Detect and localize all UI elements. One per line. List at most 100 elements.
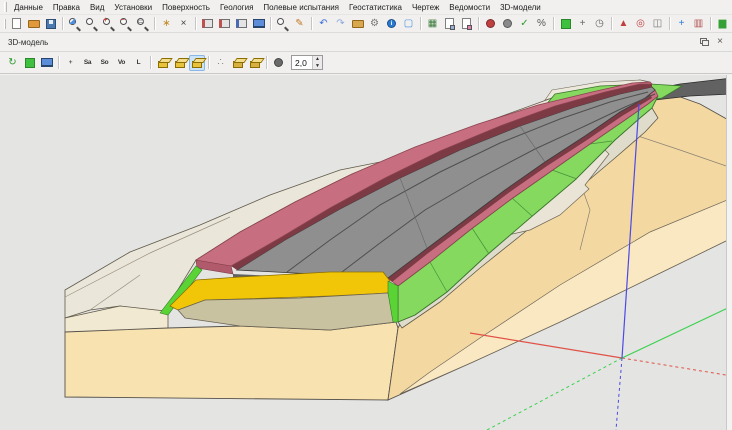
find-object-icon	[284, 26, 289, 31]
zoom-out-icon: −	[121, 17, 125, 24]
history-clock-button[interactable]: ◷	[592, 16, 608, 32]
zoom-dynamic-icon	[86, 18, 93, 25]
menu-item-1[interactable]: Правка	[48, 1, 85, 14]
screen-settings-button[interactable]	[39, 55, 55, 71]
undo-button[interactable]: ↶	[316, 16, 332, 32]
view-profile-button[interactable]	[217, 16, 233, 32]
view-volumes-icon	[236, 19, 247, 28]
menu-drag-handle[interactable]	[4, 2, 7, 12]
menu-item-2[interactable]: Вид	[85, 1, 109, 14]
profile-chart-button[interactable]: ▲	[616, 16, 632, 32]
model-pair-button[interactable]: ◫	[650, 16, 666, 32]
spinner-value: 2,0	[292, 56, 312, 69]
toolbar-separator	[669, 17, 670, 30]
view-volumes-button[interactable]	[234, 16, 250, 32]
save-file-icon	[46, 19, 56, 29]
menu-item-8[interactable]: Чертеж	[407, 1, 444, 14]
3d-scene[interactable]	[0, 75, 732, 430]
select-region-icon: ▢	[404, 19, 413, 29]
update-view-button[interactable]: ∗	[159, 16, 175, 32]
move-model-button[interactable]: +	[575, 16, 591, 32]
toolbar-separator	[270, 17, 271, 30]
layer-green-icon	[561, 19, 571, 29]
smooth-sphere-button[interactable]	[271, 55, 287, 71]
slope-percent-button[interactable]: %	[534, 16, 550, 32]
points-display-icon: ∴	[217, 58, 223, 68]
menu-item-6[interactable]: Полевые испытания	[258, 1, 344, 14]
panel-title: 3D-модель	[8, 38, 48, 47]
drawing-view-badge	[467, 25, 472, 30]
wireframe-view-button[interactable]	[155, 55, 171, 71]
grid-settings-icon	[25, 58, 35, 68]
menu-item-0[interactable]: Данные	[9, 1, 48, 14]
select-pointer-button[interactable]: ◢	[67, 16, 83, 32]
toolbar-separator	[154, 17, 155, 30]
labels-vo-button[interactable]: Vo	[114, 55, 130, 71]
labels-length-button[interactable]: L	[131, 55, 147, 71]
storage-button[interactable]: ▥	[691, 16, 707, 32]
layer-green-button[interactable]	[558, 16, 574, 32]
close-panel-button[interactable]: ×	[712, 35, 728, 49]
smoothing-spinner[interactable]: 2,0 ▲ ▼	[291, 55, 323, 70]
point-gray-button[interactable]	[500, 16, 516, 32]
table-view-button[interactable]: ▦	[425, 16, 441, 32]
target-point-button[interactable]: ◎	[633, 16, 649, 32]
surface-bottom-button[interactable]	[247, 55, 263, 71]
view-monitor-button[interactable]	[251, 16, 267, 32]
float-panel-button[interactable]	[696, 35, 712, 49]
open-project-button[interactable]	[350, 16, 366, 32]
zoom-out-button[interactable]: −	[118, 16, 134, 32]
zoom-dynamic-button[interactable]	[84, 16, 100, 32]
menu-item-5[interactable]: Геология	[215, 1, 258, 14]
add-model-button[interactable]: +	[674, 16, 690, 32]
zoom-in-button[interactable]: +	[101, 16, 117, 32]
menu-item-10[interactable]: 3D-модели	[495, 1, 546, 14]
toolbar-separator	[58, 56, 59, 69]
shaded-view-button[interactable]	[189, 55, 205, 71]
solid-view-button[interactable]	[172, 55, 188, 71]
history-clock-icon: ◷	[595, 19, 604, 29]
fit-extents-button[interactable]: ×	[176, 16, 192, 32]
surface-check-button[interactable]: ✓	[517, 16, 533, 32]
object-info-button[interactable]: i	[384, 16, 400, 32]
menu-item-7[interactable]: Геостатистика	[344, 1, 407, 14]
open-file-button[interactable]	[26, 16, 42, 32]
new-document-icon	[12, 18, 21, 29]
labels-vo-icon: Vo	[118, 59, 125, 66]
select-region-button[interactable]: ▢	[401, 16, 417, 32]
points-display-button[interactable]: ∴	[213, 55, 229, 71]
redo-button[interactable]: ↷	[333, 16, 349, 32]
save-file-button[interactable]	[43, 16, 59, 32]
menu-item-9[interactable]: Ведомости	[444, 1, 495, 14]
main-toolbar-icons: ◢+−▭∗×✎↶↷⚙i▢▦✓%+◷▲◎◫+▥▆◨	[8, 16, 732, 32]
grid-settings-button[interactable]	[22, 55, 38, 71]
menu-item-3[interactable]: Установки	[109, 1, 157, 14]
sheet-view-button[interactable]	[442, 16, 458, 32]
menu-item-4[interactable]: Поверхность	[157, 1, 215, 14]
labels-so-button[interactable]: So	[97, 55, 113, 71]
labels-sa-button[interactable]: Sa	[80, 55, 96, 71]
view-section-button[interactable]	[200, 16, 216, 32]
panel-toolbar: ↻ +SaSo Vo L ∴ 2,0 ▲ ▼	[0, 52, 732, 74]
point-red-button[interactable]	[483, 16, 499, 32]
find-object-button[interactable]	[275, 16, 291, 32]
surface-check-icon: ✓	[520, 19, 528, 29]
edit-pencil-button[interactable]: ✎	[292, 16, 308, 32]
project-tools-icon: ⚙	[370, 19, 379, 29]
toolbar-separator	[710, 17, 711, 30]
model-pair-icon: ◫	[653, 19, 662, 29]
project-tools-button[interactable]: ⚙	[367, 16, 383, 32]
view-monitor-icon	[253, 19, 265, 28]
spinner-down-button[interactable]: ▼	[313, 63, 322, 70]
labels-move-button[interactable]: +	[63, 55, 79, 71]
slope-percent-icon: %	[537, 19, 546, 29]
new-document-button[interactable]	[9, 16, 25, 32]
3d-viewport[interactable]	[0, 75, 732, 430]
surface-top-button[interactable]	[230, 55, 246, 71]
zoom-window-button[interactable]: ▭	[135, 16, 151, 32]
toolbar-drag-handle[interactable]	[4, 19, 6, 29]
refresh-3d-button[interactable]: ↻	[5, 55, 21, 71]
fit-extents-icon: ×	[181, 19, 187, 29]
chart-green-button[interactable]: ▆	[715, 16, 731, 32]
drawing-view-button[interactable]	[459, 16, 475, 32]
